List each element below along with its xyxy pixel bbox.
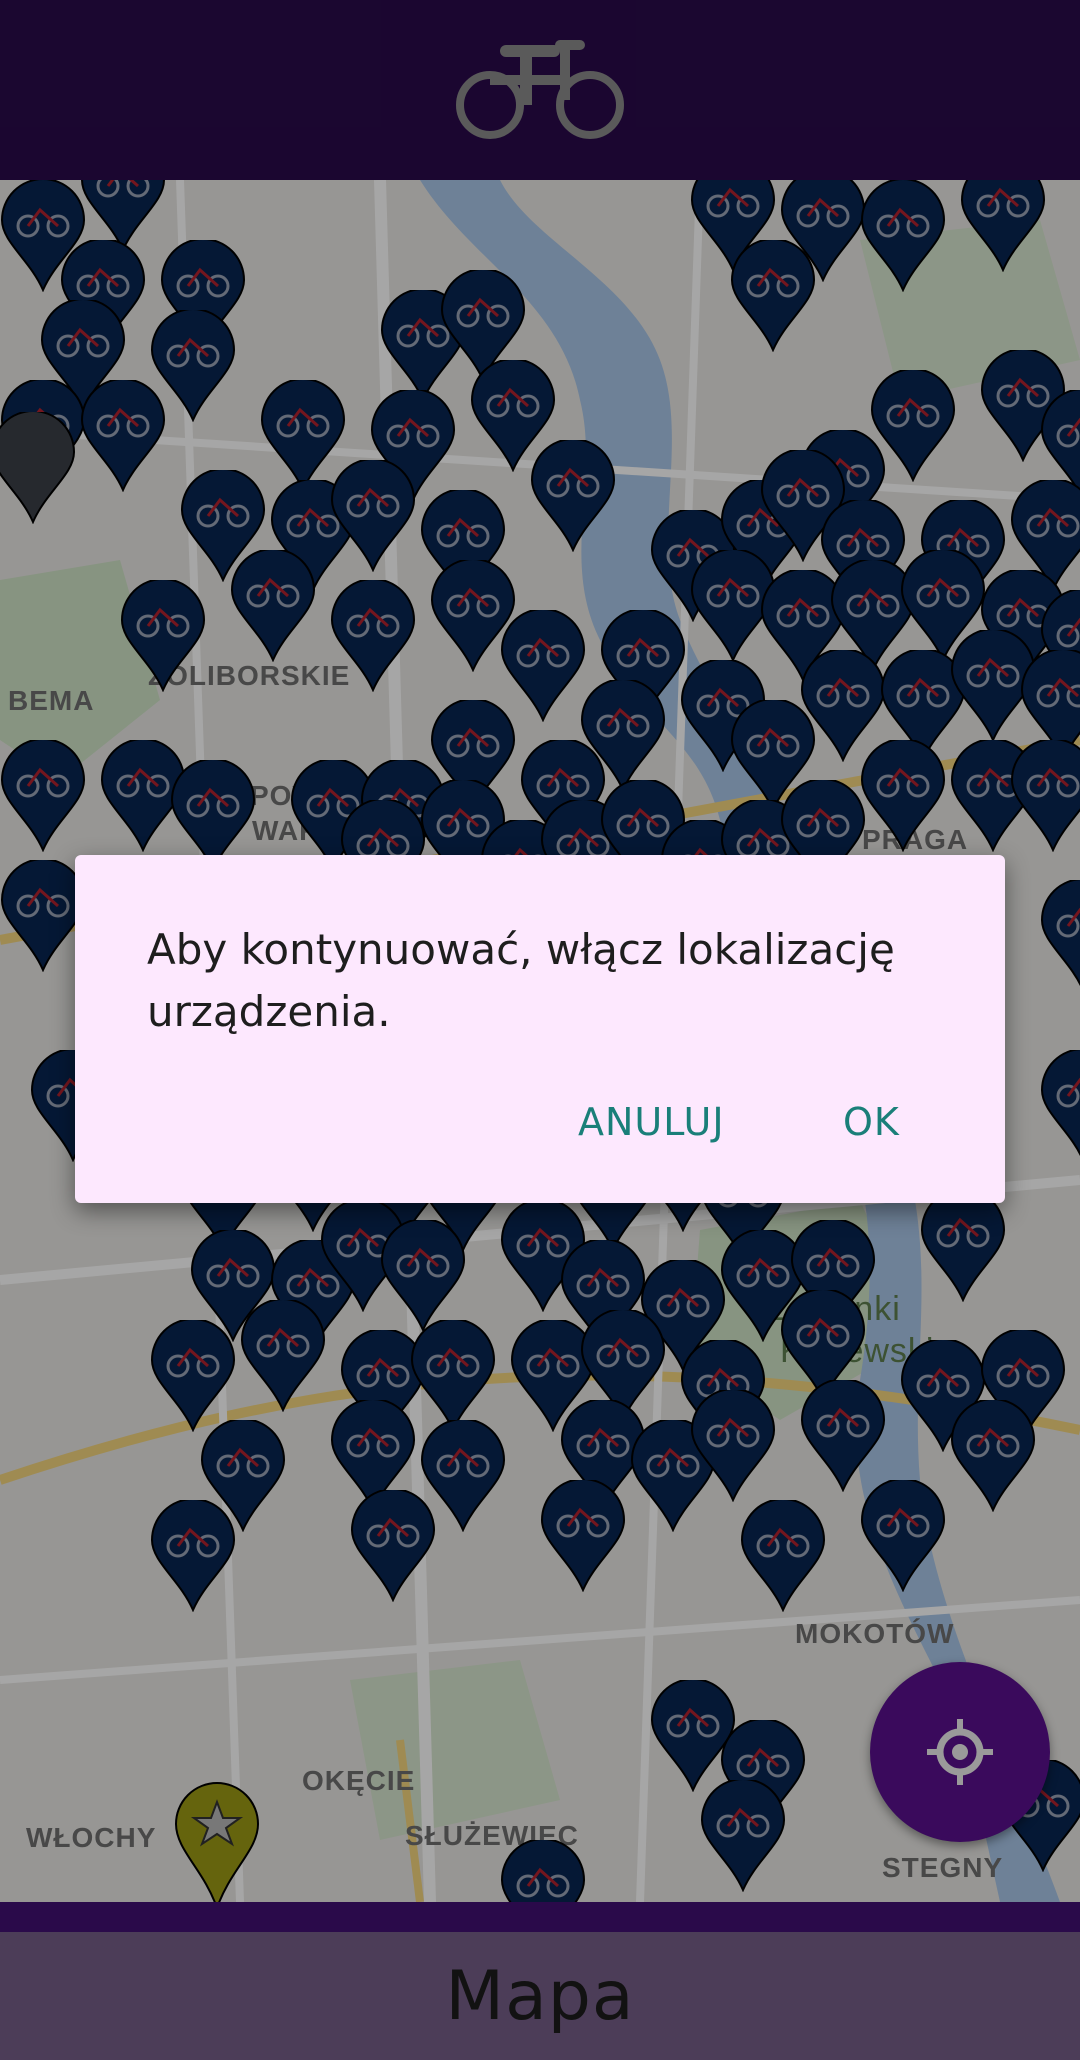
bike-station-pin-icon[interactable] xyxy=(700,1780,786,1892)
bike-station-pin-icon[interactable] xyxy=(540,1480,626,1592)
bike-station-pin-icon[interactable] xyxy=(380,1220,466,1332)
star-pin-icon[interactable] xyxy=(174,1780,260,1902)
ok-button[interactable]: OK xyxy=(843,1100,900,1144)
bike-station-pin-icon[interactable] xyxy=(1040,880,1080,992)
map-label: BEMA xyxy=(8,685,95,716)
bike-station-pin-icon[interactable] xyxy=(730,240,816,352)
bike-station-pin-icon[interactable] xyxy=(690,1390,776,1502)
bottom-divider xyxy=(0,1902,1080,1932)
bike-station-pin-icon[interactable] xyxy=(120,580,206,692)
map-label: MOKOTÓW xyxy=(795,1618,955,1649)
bike-station-pin-icon[interactable] xyxy=(230,550,316,662)
dialog-message: Aby kontynuować, włącz lokalizację urząd… xyxy=(147,925,895,1036)
bike-station-pin-icon[interactable] xyxy=(860,180,946,292)
bike-station-pin-icon[interactable] xyxy=(150,1320,236,1432)
bike-station-pin-icon[interactable] xyxy=(0,860,86,972)
bike-station-pin-icon[interactable] xyxy=(1010,740,1080,852)
map-label: WŁOCHY xyxy=(26,1822,157,1853)
bike-station-pin-icon[interactable] xyxy=(1040,1050,1080,1162)
bike-station-pin-icon[interactable] xyxy=(580,680,666,792)
bike-station-pin-icon[interactable] xyxy=(800,1380,886,1492)
bike-station-pin-icon[interactable] xyxy=(960,180,1046,272)
bike-station-pin-icon[interactable] xyxy=(500,1840,586,1902)
inactive-station-pin-icon[interactable] xyxy=(0,412,76,524)
bottom-nav-title: Mapa xyxy=(445,1956,635,2036)
cancel-button[interactable]: ANULUJ xyxy=(578,1100,725,1144)
bike-station-pin-icon[interactable] xyxy=(350,1490,436,1602)
bike-station-pin-icon[interactable] xyxy=(410,1320,496,1432)
map-label: STEGNY xyxy=(882,1852,1004,1883)
top-app-bar xyxy=(0,0,1080,180)
bike-station-pin-icon[interactable] xyxy=(330,460,416,572)
bike-station-pin-icon[interactable] xyxy=(530,440,616,552)
bike-station-pin-icon[interactable] xyxy=(330,580,416,692)
my-location-icon xyxy=(927,1719,993,1785)
bike-station-pin-icon[interactable] xyxy=(150,1500,236,1612)
bike-station-pin-icon[interactable] xyxy=(860,740,946,852)
bike-station-pin-icon[interactable] xyxy=(240,1300,326,1412)
bottom-nav: Mapa xyxy=(0,1932,1080,2060)
bike-station-pin-icon[interactable] xyxy=(950,1400,1036,1512)
my-location-button[interactable] xyxy=(870,1662,1050,1842)
bike-station-pin-icon[interactable] xyxy=(740,1500,826,1612)
bicycle-icon xyxy=(456,40,624,139)
bike-station-pin-icon[interactable] xyxy=(0,740,86,852)
location-dialog: Aby kontynuować, włącz lokalizację urząd… xyxy=(75,855,1005,1203)
bike-station-pin-icon[interactable] xyxy=(860,1480,946,1592)
bike-station-pin-icon[interactable] xyxy=(80,380,166,492)
bike-station-pin-icon[interactable] xyxy=(920,1190,1006,1302)
map-label: OKĘCIE xyxy=(302,1765,416,1796)
